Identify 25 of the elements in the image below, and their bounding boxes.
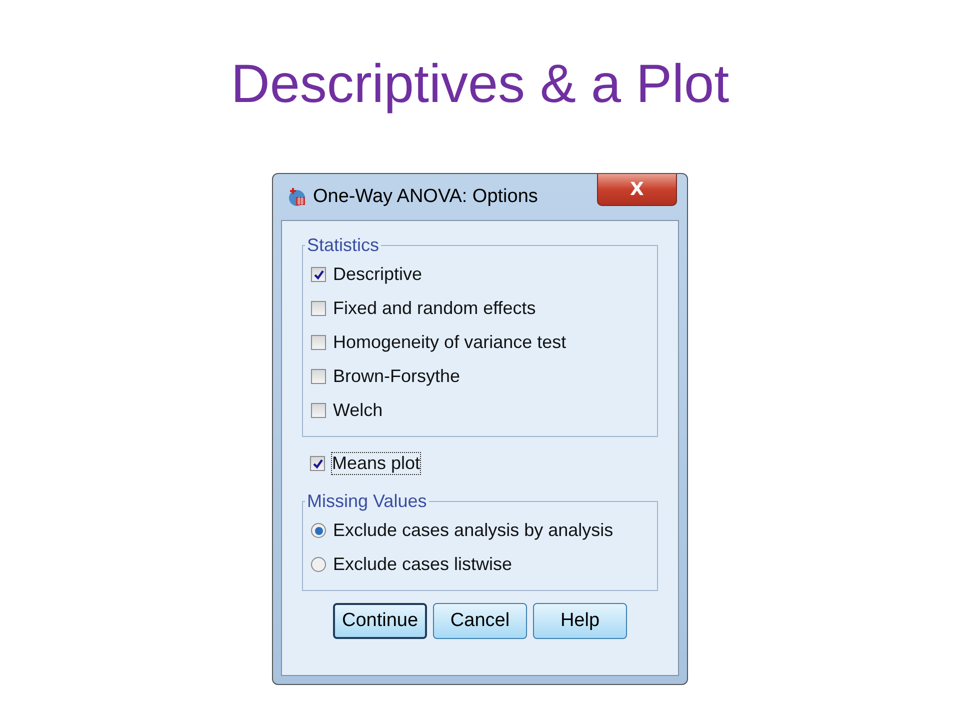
checkbox-label[interactable]: Means plot (331, 452, 422, 476)
checkbox-label[interactable]: Fixed and random effects (332, 297, 537, 320)
group-legend: Statistics (305, 234, 382, 256)
radio-label[interactable]: Exclude cases analysis by analysis (332, 519, 614, 542)
checkbox[interactable] (311, 335, 326, 350)
dialog-button[interactable]: Help (533, 602, 627, 639)
checkbox[interactable] (311, 267, 326, 282)
dialog-button[interactable]: Continue (333, 602, 427, 639)
slide-title: Descriptives & a Plot (230, 53, 730, 116)
checkbox[interactable] (310, 456, 325, 472)
radio-button[interactable] (311, 523, 326, 538)
checkbox-label[interactable]: Brown-Forsythe (332, 365, 462, 388)
radio-label[interactable]: Exclude cases listwise (332, 553, 514, 576)
app-icon (287, 186, 307, 207)
checkbox-label[interactable]: Descriptive (332, 263, 424, 286)
checkbox-label[interactable]: Welch (332, 399, 384, 422)
checkbox[interactable] (311, 369, 326, 384)
window-title: One-Way ANOVA: Options (313, 186, 539, 208)
checkbox[interactable] (311, 403, 326, 418)
radio-button[interactable] (311, 557, 326, 572)
close-button[interactable]: X (597, 174, 677, 206)
checkbox-label[interactable]: Homogeneity of variance test (332, 331, 568, 354)
group-legend: Missing Values (305, 490, 429, 512)
dialog-button[interactable]: Cancel (433, 602, 527, 639)
checkbox[interactable] (311, 301, 326, 316)
